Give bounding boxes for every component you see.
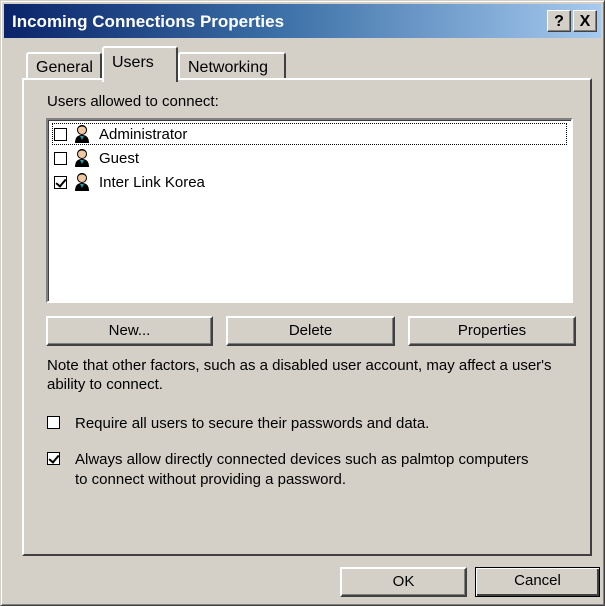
user-name: Inter Link Korea xyxy=(99,173,205,191)
note-text: Note that other factors, such as a disab… xyxy=(47,357,552,393)
user-icon xyxy=(75,125,89,143)
help-button[interactable]: ? xyxy=(547,10,571,32)
users-allowed-label: Users allowed to connect: xyxy=(47,93,219,110)
ok-button[interactable]: OK xyxy=(340,567,467,597)
require-secure-option[interactable]: Require all users to secure their passwo… xyxy=(47,414,545,434)
always-allow-option[interactable]: Always allow directly connected devices … xyxy=(47,450,545,490)
close-button[interactable]: X xyxy=(573,10,597,32)
delete-user-button[interactable]: Delete xyxy=(226,316,395,346)
user-checkbox-administrator[interactable] xyxy=(54,127,67,141)
list-item-administrator[interactable]: Administrator xyxy=(52,123,567,145)
user-name: Guest xyxy=(99,149,140,167)
always-allow-checkbox[interactable] xyxy=(47,452,60,465)
user-icon xyxy=(75,173,89,191)
users-listbox[interactable]: Administrator Guest Inter Link Korea xyxy=(46,118,573,303)
always-allow-label: Always allow directly connected devices … xyxy=(75,451,529,488)
require-secure-label: Require all users to secure their passwo… xyxy=(75,415,430,432)
tab-users[interactable]: Users xyxy=(102,46,178,82)
require-secure-checkbox[interactable] xyxy=(47,416,60,429)
user-name: Administrator xyxy=(99,125,188,143)
user-icon xyxy=(75,149,89,167)
list-item-inter-link-korea[interactable]: Inter Link Korea xyxy=(52,171,567,193)
cancel-button[interactable]: Cancel xyxy=(475,567,600,597)
user-checkbox-inter-link-korea[interactable] xyxy=(54,175,67,189)
title-bar[interactable]: Incoming Connections Properties ? X xyxy=(4,4,601,38)
tab-general[interactable]: General xyxy=(26,52,102,80)
tab-networking[interactable]: Networking xyxy=(178,52,286,80)
user-properties-button[interactable]: Properties xyxy=(408,316,576,346)
window-title: Incoming Connections Properties xyxy=(12,12,285,31)
user-checkbox-guest[interactable] xyxy=(54,151,67,165)
list-item-guest[interactable]: Guest xyxy=(52,147,567,169)
new-user-button[interactable]: New... xyxy=(46,316,213,346)
